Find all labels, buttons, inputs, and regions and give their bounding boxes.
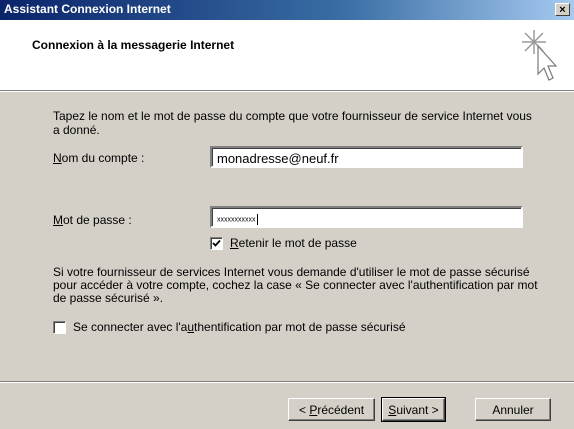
close-button[interactable]: × xyxy=(555,3,570,16)
footer-separator xyxy=(0,381,574,383)
wizard-header: Connexion à la messagerie Internet xyxy=(0,20,574,91)
title-bar: Assistant Connexion Internet × xyxy=(0,0,574,20)
password-label-accel: M xyxy=(53,213,63,227)
secure-auth-row[interactable]: Se connecter avec l'authentification par… xyxy=(53,320,406,334)
window-title: Assistant Connexion Internet xyxy=(4,2,171,16)
secure-password-info: Si votre fournisseur de services Interne… xyxy=(53,265,538,305)
text-caret xyxy=(256,214,258,225)
wizard-starburst-cursor-icon xyxy=(522,30,558,81)
back-button[interactable]: < Précédent xyxy=(288,398,375,421)
secure-auth-text-pre: Se connecter avec l'a xyxy=(73,320,188,334)
secure-auth-checkbox[interactable] xyxy=(53,320,66,334)
secure-auth-text-post: thentification par mot de passe sécurisé xyxy=(194,320,406,334)
account-name-label-accel: N xyxy=(53,151,62,165)
account-name-label: Nom du compte : xyxy=(53,151,144,165)
password-mask: xxxxxxxxxxx xyxy=(217,216,256,224)
wizard-content: Tapez le nom et le mot de passe du compt… xyxy=(0,91,574,382)
next-button[interactable]: Suivant > xyxy=(381,397,446,422)
page-title: Connexion à la messagerie Internet xyxy=(32,38,235,52)
instructions-text: Tapez le nom et le mot de passe du compt… xyxy=(53,109,532,137)
checkmark-icon xyxy=(212,239,221,247)
password-label: Mot de passe : xyxy=(53,213,132,227)
password-label-text: ot de passe : xyxy=(63,213,132,227)
secure-auth-label: Se connecter avec l'authentification par… xyxy=(73,320,406,334)
account-name-input[interactable]: monadresse@neuf.fr xyxy=(210,146,523,168)
remember-password-checkbox[interactable] xyxy=(210,236,223,250)
cancel-button[interactable]: Annuler xyxy=(475,398,551,421)
remember-password-row[interactable]: Retenir le mot de passe xyxy=(210,236,357,250)
password-input[interactable]: xxxxxxxxxxx xyxy=(210,206,523,228)
remember-password-accel: R xyxy=(230,236,239,250)
remember-password-text: etenir le mot de passe xyxy=(238,236,357,250)
remember-password-label: Retenir le mot de passe xyxy=(230,236,357,250)
account-name-label-text: om du compte : xyxy=(61,151,145,165)
